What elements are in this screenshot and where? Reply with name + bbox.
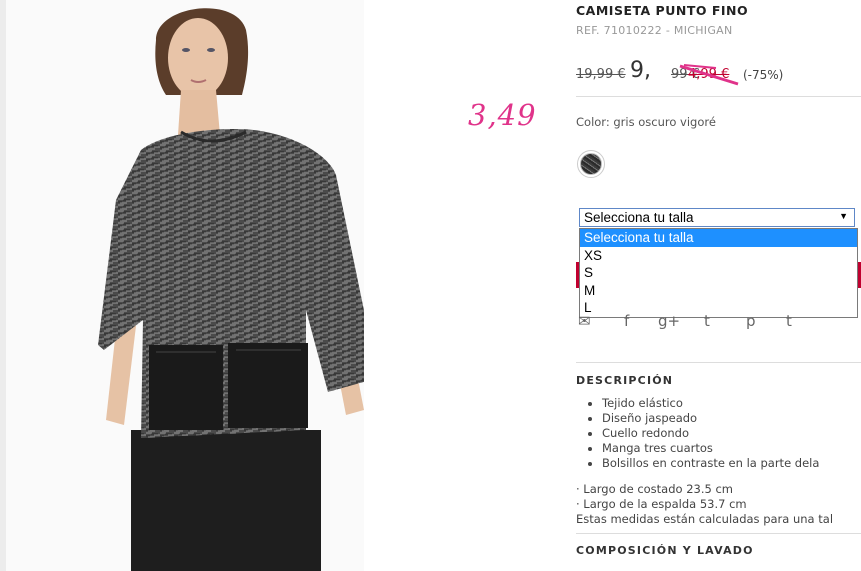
size-option[interactable]: S: [580, 264, 857, 282]
tumblr-icon[interactable]: t: [786, 312, 792, 330]
divider: [576, 96, 861, 97]
product-photo[interactable]: [6, 0, 364, 571]
measurements: · Largo de costado 23.5 cm · Largo de la…: [576, 482, 833, 527]
measurement-line: Estas medidas están calculadas para una …: [576, 512, 834, 526]
color-swatch[interactable]: [580, 153, 602, 175]
list-item: Cuello redondo: [602, 426, 819, 441]
google-plus-icon[interactable]: g+: [658, 312, 680, 330]
divider: [576, 362, 861, 363]
size-dropdown-list[interactable]: Selecciona tu talla XS S M L: [579, 228, 858, 318]
product-title: CAMISETA PUNTO FINO: [576, 3, 749, 18]
list-item: Manga tres cuartos: [602, 441, 819, 456]
size-option[interactable]: M: [580, 282, 857, 300]
email-icon[interactable]: ✉: [578, 312, 591, 330]
size-select[interactable]: Selecciona tu talla ▼: [579, 208, 855, 227]
list-item: Diseño jaspeado: [602, 411, 819, 426]
price-original: 19,99 €: [576, 67, 626, 82]
product-reference: REF. 71010222 - MICHIGAN: [576, 24, 733, 37]
chevron-down-icon: ▼: [839, 211, 848, 221]
measurement-line: · Largo de costado 23.5 cm: [576, 482, 733, 496]
pinterest-icon[interactable]: p: [746, 312, 756, 330]
price-block: 19,99 € 9, 99 € 4,99 € (-75%): [576, 58, 836, 90]
price-annotation: 3,49: [468, 98, 537, 132]
facebook-icon[interactable]: f: [624, 312, 629, 330]
size-option[interactable]: XS: [580, 247, 857, 265]
measurement-line: · Largo de la espalda 53.7 cm: [576, 497, 747, 511]
strike-annotation: [679, 64, 739, 86]
size-select-value: Selecciona tu talla: [584, 210, 694, 225]
twitter-icon[interactable]: t: [704, 312, 710, 330]
composition-heading[interactable]: COMPOSICIÓN Y LAVADO: [576, 544, 754, 557]
size-option[interactable]: Selecciona tu talla: [580, 229, 857, 247]
discount-badge: (-75%): [743, 68, 784, 82]
list-item: Bolsillos en contraste en la parte dela: [602, 456, 819, 471]
product-info: CAMISETA PUNTO FINO REF. 71010222 - MICH…: [576, 0, 861, 571]
description-heading: DESCRIPCIÓN: [576, 374, 674, 387]
social-share-bar: ✉ f g+ t p t: [576, 312, 861, 332]
divider: [576, 533, 861, 534]
price-mid-int: 9,: [630, 58, 651, 83]
color-label: Color: gris oscuro vigoré: [576, 115, 716, 129]
list-item: Tejido elástico: [602, 396, 819, 411]
description-list: Tejido elástico Diseño jaspeado Cuello r…: [586, 396, 819, 471]
